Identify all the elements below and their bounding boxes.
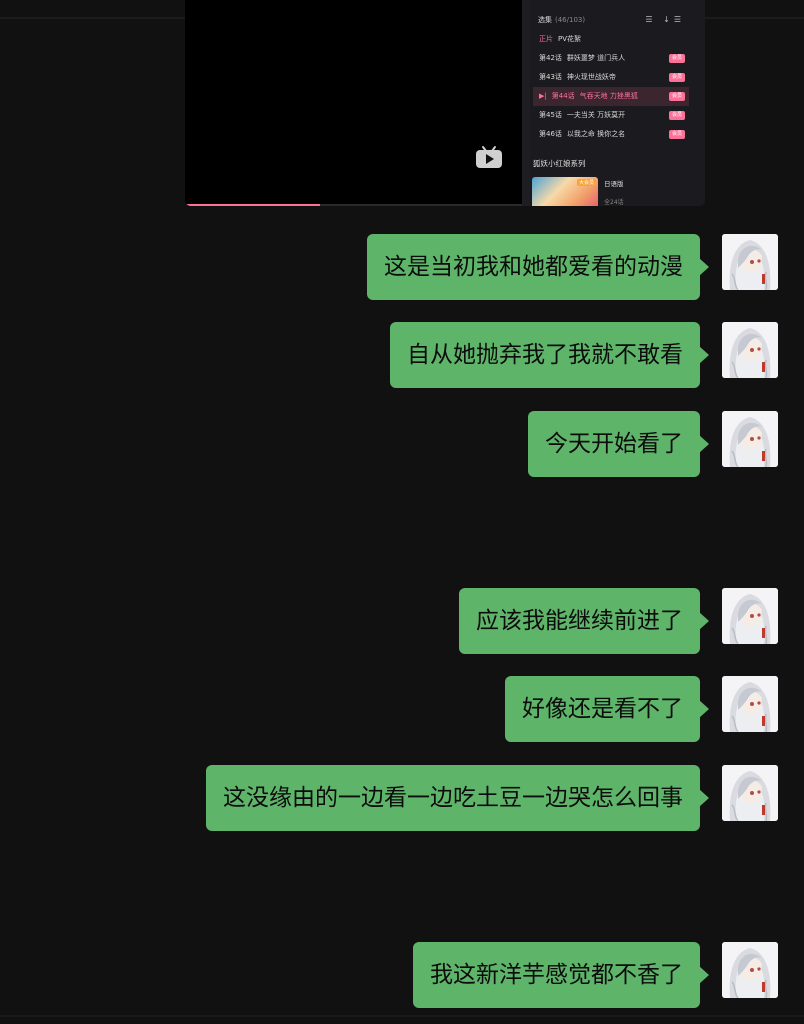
avatar[interactable] bbox=[722, 765, 778, 821]
episode-header-label: 选集 bbox=[538, 16, 552, 24]
series-badge: 大会员 bbox=[576, 179, 596, 186]
message-row: 应该我能继续前进了 bbox=[0, 588, 804, 654]
message-bubble[interactable]: 今天开始看了 bbox=[528, 411, 709, 477]
episode-sort-icons: ☰ ↓☰ bbox=[645, 15, 685, 24]
episode-title: 以我之命 换你之名 bbox=[566, 130, 626, 138]
episode-title: 气吞天地 力挫黑狐 bbox=[579, 92, 638, 100]
episode-number: 第46话 bbox=[539, 130, 562, 138]
message-bubble[interactable]: 这没缘由的一边看一边吃土豆一边哭怎么回事 bbox=[206, 765, 709, 831]
episode-item: ▶| 第44话 气吞天地 力挫黑狐 会员 bbox=[533, 87, 689, 106]
avatar[interactable] bbox=[722, 942, 778, 998]
avatar[interactable] bbox=[722, 411, 778, 467]
message-row: 我这新洋芋感觉都不香了 bbox=[0, 942, 804, 1008]
shared-screenshot-image[interactable]: 选集 (46/103) ☰ ↓☰ 正片 PV花絮 第42话 群妖噩梦 道门兵人 会员 第43… bbox=[185, 0, 705, 206]
message-bubble[interactable]: 好像还是看不了 bbox=[505, 676, 709, 742]
message-row: 今天开始看了 bbox=[0, 411, 804, 477]
playback-progress-bar bbox=[185, 204, 522, 206]
avatar-image bbox=[722, 588, 778, 644]
avatar-image bbox=[722, 322, 778, 378]
episode-number: 第42话 bbox=[539, 54, 562, 62]
episode-panel: 选集 (46/103) ☰ ↓☰ 正片 PV花絮 第42话 群妖噩梦 道门兵人 会员 第43… bbox=[530, 0, 705, 206]
episode-header: 选集 (46/103) bbox=[538, 15, 585, 25]
message-bubble[interactable]: 我这新洋芋感觉都不香了 bbox=[413, 942, 709, 1008]
vip-badge: 会员 bbox=[668, 54, 685, 63]
message-row: 自从她抛弃我了我就不敢看 bbox=[0, 322, 804, 388]
bilibili-tv-icon bbox=[476, 146, 502, 168]
avatar-image bbox=[722, 765, 778, 821]
episode-list: 正片 PV花絮 第42话 群妖噩梦 道门兵人 会员 第43话 神火现世战妖帝 会员 ▶| 第44话… bbox=[533, 30, 689, 144]
message-row: 这是当初我和她都爱看的动漫 bbox=[0, 234, 804, 300]
vip-badge: 会员 bbox=[668, 130, 685, 139]
avatar-image bbox=[722, 942, 778, 998]
avatar[interactable] bbox=[722, 322, 778, 378]
message-row: 这没缘由的一边看一边吃土豆一边哭怎么回事 bbox=[0, 765, 804, 831]
vip-badge: 会员 bbox=[668, 73, 685, 82]
episode-item: 正片 PV花絮 bbox=[533, 30, 689, 49]
vip-badge: 会员 bbox=[668, 111, 685, 120]
bottom-divider bbox=[0, 1015, 804, 1017]
message-bubble[interactable]: 自从她抛弃我了我就不敢看 bbox=[390, 322, 709, 388]
avatar-image bbox=[722, 411, 778, 467]
episode-item: 第43话 神火现世战妖帝 会员 bbox=[533, 68, 689, 87]
episode-item: 第45话 一夫当关 万妖莫开 会员 bbox=[533, 106, 689, 125]
episode-count: (46/103) bbox=[555, 16, 586, 24]
episode-number: 正片 bbox=[539, 35, 553, 43]
series-thumbnail: 大会员 bbox=[532, 177, 598, 206]
episode-title: 神火现世战妖帝 bbox=[566, 73, 616, 81]
episode-title: 群妖噩梦 道门兵人 bbox=[566, 54, 626, 62]
episode-number: 第44话 bbox=[551, 92, 575, 100]
avatar[interactable] bbox=[722, 676, 778, 732]
now-playing-icon: ▶| bbox=[539, 92, 547, 100]
vip-badge: 会员 bbox=[668, 92, 685, 101]
playback-progress-fill bbox=[185, 204, 320, 206]
episode-item: 第46话 以我之命 换你之名 会员 bbox=[533, 125, 689, 144]
avatar[interactable] bbox=[722, 588, 778, 644]
series-episode-count: 全24话 bbox=[604, 199, 624, 206]
message-bubble[interactable]: 应该我能继续前进了 bbox=[459, 588, 709, 654]
avatar-image bbox=[722, 676, 778, 732]
episode-item: 第42话 群妖噩梦 道门兵人 会员 bbox=[533, 49, 689, 68]
episode-number: 第43话 bbox=[539, 73, 562, 81]
series-version: 日语版 bbox=[604, 180, 624, 188]
episode-number: 第45话 bbox=[539, 111, 562, 119]
message-bubble[interactable]: 这是当初我和她都爱看的动漫 bbox=[367, 234, 709, 300]
message-row: 好像还是看不了 bbox=[0, 676, 804, 742]
avatar[interactable] bbox=[722, 234, 778, 290]
episode-title: 一夫当关 万妖莫开 bbox=[566, 111, 626, 119]
series-title: 狐妖小红娘系列 bbox=[533, 159, 586, 168]
video-player bbox=[185, 0, 522, 206]
avatar-image bbox=[722, 234, 778, 290]
episode-title: PV花絮 bbox=[558, 35, 582, 43]
